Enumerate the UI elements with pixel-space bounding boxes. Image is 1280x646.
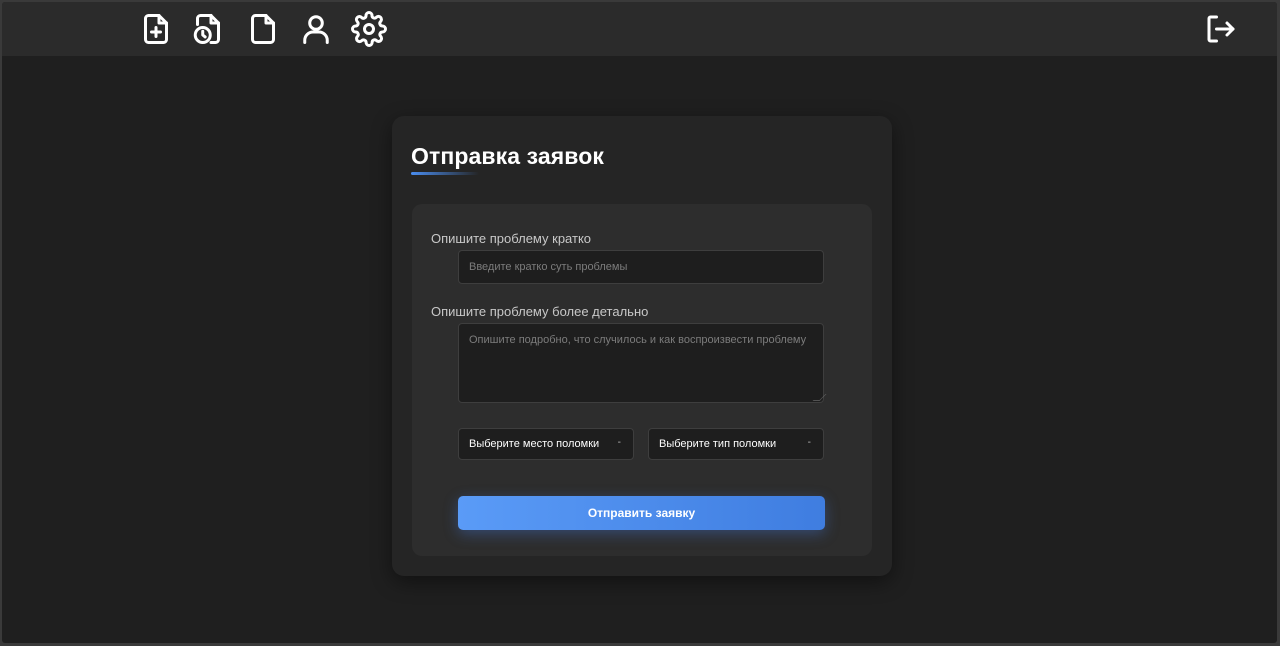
- file-history-icon[interactable]: [189, 10, 227, 48]
- logout-icon[interactable]: [1202, 10, 1240, 48]
- submit-request-button[interactable]: Отправить заявку: [458, 496, 825, 530]
- page-title: Отправка заявок: [411, 143, 604, 169]
- short-description-input[interactable]: [458, 250, 824, 284]
- file-icon[interactable]: [244, 10, 282, 48]
- form-panel: Опишите проблему кратко Опишите проблему…: [412, 204, 872, 556]
- gear-icon[interactable]: [350, 10, 388, 48]
- title-underline: [411, 172, 479, 175]
- breakdown-place-value: Выберите место поломки: [469, 438, 600, 450]
- user-icon[interactable]: [297, 10, 335, 48]
- file-plus-icon[interactable]: [137, 10, 175, 48]
- chevron-down-icon: -: [807, 437, 811, 448]
- breakdown-place-select[interactable]: Выберите место поломки -: [458, 428, 634, 460]
- request-form-card: Отправка заявок Опишите проблему кратко …: [392, 116, 892, 576]
- short-description-label: Опишите проблему кратко: [431, 231, 592, 246]
- app-window: Отправка заявок Опишите проблему кратко …: [2, 2, 1277, 643]
- detailed-description-label: Опишите проблему более детально: [431, 304, 649, 319]
- breakdown-type-select[interactable]: Выберите тип поломки -: [648, 428, 824, 460]
- breakdown-type-value: Выберите тип поломки: [659, 438, 777, 450]
- chevron-down-icon: -: [617, 437, 621, 448]
- detailed-description-textarea[interactable]: [458, 323, 824, 403]
- top-navbar: [2, 2, 1277, 56]
